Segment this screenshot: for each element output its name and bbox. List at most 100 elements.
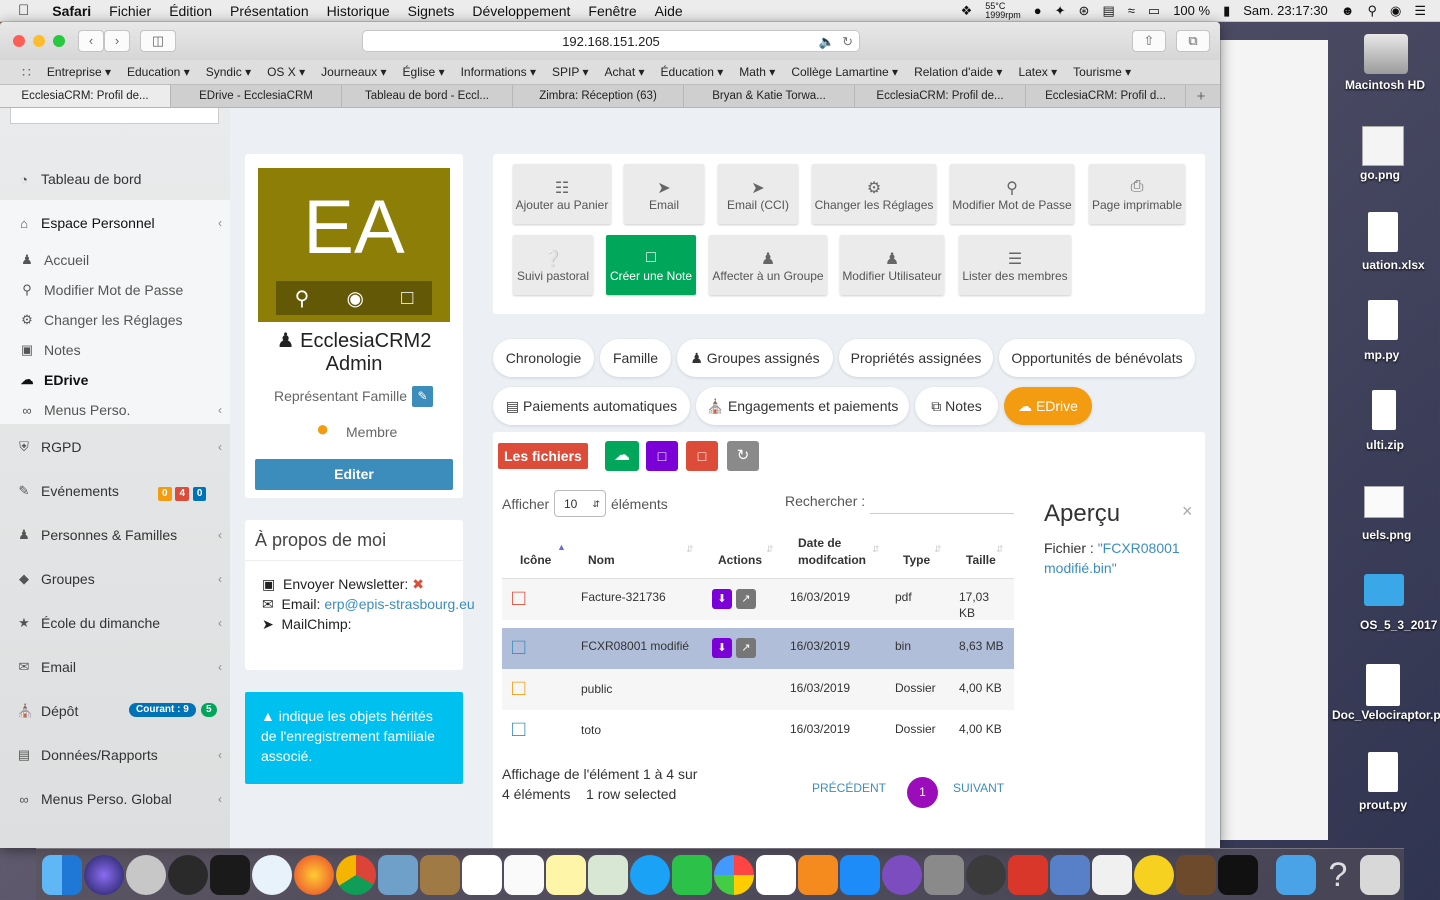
list-members-button[interactable]: ☰ Lister des membres — [959, 235, 1071, 295]
tab-timeline[interactable]: Chronologie — [493, 339, 594, 377]
folder-icon[interactable] — [1364, 574, 1404, 606]
audio-icon[interactable]: 🔈 — [819, 31, 835, 52]
sidebar-item-events[interactable]: ✎ Evénements 0 4 0 — [0, 480, 230, 502]
bookmark-folder[interactable]: Achat ▾ — [596, 65, 652, 79]
wifi-icon[interactable]: ≈ — [1128, 3, 1135, 18]
zoom-icon[interactable]: ⚲ — [295, 286, 310, 311]
new-folder-button[interactable]: □ — [646, 441, 678, 471]
tab-notes[interactable]: ⧉ Notes — [915, 387, 998, 425]
image-file-icon[interactable] — [1364, 486, 1404, 518]
sidebar-item-sunday-school[interactable]: ★ École du dimanche ‹ — [0, 612, 230, 634]
browser-tab[interactable]: EcclesiaCRM: Profil de... — [855, 85, 1026, 107]
python-file-icon[interactable] — [1368, 300, 1398, 340]
col-date[interactable]: Date de modifcation — [798, 535, 878, 569]
close-preview-icon[interactable]: × — [1182, 501, 1193, 522]
sidebar-item-personal-space[interactable]: ⌂ Espace Personnel ‹ — [0, 212, 230, 234]
next-page-button[interactable]: SUIVANT — [953, 781, 1004, 795]
share-icon[interactable]: ↗ — [736, 638, 756, 658]
close-window-icon[interactable] — [13, 35, 25, 47]
app-store-icon[interactable] — [840, 855, 880, 895]
table-row[interactable]: □ public 16/03/2019 Dossier 4,00 KB — [502, 669, 1014, 710]
bookmark-folder[interactable]: Relation d'aide ▾ — [906, 65, 1010, 79]
ibooks-icon[interactable] — [798, 855, 838, 895]
menu-presentation[interactable]: Présentation — [221, 3, 318, 19]
airplay-icon[interactable]: ▭ — [1148, 3, 1160, 19]
email-button[interactable]: ➤ Email — [624, 164, 704, 224]
desktop-label[interactable]: prout.py — [1340, 798, 1426, 812]
script-editor-icon[interactable] — [1050, 855, 1090, 895]
back-button[interactable]: ‹ — [78, 30, 104, 52]
bookmark-folder[interactable]: Math ▾ — [731, 65, 783, 79]
sidebar-item-deposit[interactable]: ⛪ Dépôt Courant : 9 5 — [0, 700, 230, 722]
user-icon[interactable]: ☻ — [1341, 3, 1355, 18]
sidebar-item-notes[interactable]: ▣ Notes — [0, 339, 230, 361]
app-status-icon[interactable]: ● — [1034, 3, 1042, 18]
menu-developpement[interactable]: Développement — [463, 3, 579, 19]
tab-edrive[interactable]: ☁ EDrive — [1004, 387, 1092, 425]
browser-tab[interactable]: Zimbra: Réception (63) — [513, 85, 684, 107]
itunes-icon[interactable] — [756, 855, 796, 895]
downloads-folder-icon[interactable] — [1276, 855, 1316, 895]
desktop-label[interactable]: mp.py — [1364, 348, 1424, 362]
contacts-icon[interactable] — [420, 855, 460, 895]
menu-fichier[interactable]: Fichier — [100, 3, 160, 19]
sidebar-item-dashboard[interactable]: ◔ Tableau de bord — [0, 168, 230, 190]
chrome-icon[interactable] — [336, 855, 376, 895]
desktop-label[interactable]: ulti.zip — [1366, 438, 1426, 452]
python-file-icon[interactable] — [1368, 752, 1398, 792]
textedit-icon[interactable] — [1092, 855, 1132, 895]
finder-icon[interactable] — [42, 855, 82, 895]
tab-auto-payments[interactable]: ▤ Paiements automatiques — [493, 387, 690, 425]
assign-group-button[interactable]: ♟ Affecter à un Groupe — [709, 235, 827, 295]
search-input[interactable] — [870, 490, 1014, 514]
menu-edition[interactable]: Édition — [160, 3, 221, 19]
terminal-icon[interactable] — [1218, 855, 1258, 895]
col-name[interactable]: Nom — [588, 552, 615, 569]
tab-assigned-groups[interactable]: ♟ Groupes assignés — [677, 339, 833, 377]
sidebar-item-change-password[interactable]: ⚲ Modifier Mot de Passe — [0, 279, 230, 301]
table-row[interactable]: □ toto 16/03/2019 Dossier 4,00 KB — [502, 710, 1014, 751]
bookmark-folder[interactable]: Tourisme ▾ — [1065, 65, 1139, 79]
page-1-button[interactable]: 1 — [907, 777, 938, 808]
sidebar-item-edrive[interactable]: ☁ EDrive — [0, 369, 230, 391]
sidebar-item-rgpd[interactable]: ⛨ RGPD ‹ — [0, 436, 230, 458]
desktop-label[interactable]: Macintosh HD — [1330, 78, 1440, 92]
photos-icon[interactable] — [714, 855, 754, 895]
browser-tab[interactable]: EcclesiaCRM: Profil d... — [1026, 85, 1186, 107]
download-icon[interactable]: ⬇ — [712, 589, 732, 609]
sidebar-item-settings[interactable]: ⚙ Changer les Réglages — [0, 309, 230, 331]
table-row-selected[interactable]: □ FCXR08001 modifié ⬇ ↗ 16/03/2019 bin 8… — [502, 628, 1014, 669]
menu-aide[interactable]: Aide — [646, 3, 692, 19]
pdf-file-icon[interactable] — [1366, 664, 1400, 706]
desktop-label[interactable]: OS_5_3_2017 — [1360, 618, 1437, 632]
sidebar-toggle-icon[interactable]: ◫ — [140, 30, 176, 52]
create-note-button[interactable]: □ Créer une Note — [606, 235, 696, 295]
desktop-label[interactable]: uation.xlsx — [1362, 258, 1440, 272]
battery-percent[interactable]: 100 % — [1173, 3, 1210, 18]
sidebar-item-custom-menus[interactable]: ∞ Menus Perso. ‹ — [0, 399, 230, 421]
desktop-label[interactable]: uels.png — [1362, 528, 1432, 542]
sidebar-item-global-menus[interactable]: ∞ Menus Perso. Global ‹ — [0, 788, 230, 810]
notification-center-icon[interactable]: ☰ — [1414, 3, 1426, 19]
address-bar[interactable]: 192.168.151.205 🔈 ↻ — [362, 30, 860, 52]
temp-readout[interactable]: 55°C 1999rpm — [985, 1, 1021, 20]
bookmark-folder[interactable]: Syndic ▾ — [198, 65, 259, 79]
remote-desktop-icon[interactable] — [1008, 855, 1048, 895]
new-tab-icon[interactable]: + — [1186, 85, 1216, 107]
grid-icon[interactable]: ∷ — [14, 64, 39, 81]
hard-drive-icon[interactable] — [1364, 34, 1408, 74]
messages-icon[interactable] — [630, 855, 670, 895]
share-icon[interactable]: ⇧ — [1132, 30, 1166, 52]
download-icon[interactable]: ⬇ — [712, 638, 732, 658]
pastoral-care-button[interactable]: ❔ Suivi pastoral — [513, 235, 593, 295]
minimize-window-icon[interactable] — [33, 35, 45, 47]
browser-tab[interactable]: EcclesiaCRM: Profil de... — [0, 85, 171, 107]
add-to-cart-button[interactable]: ☷ Ajouter au Panier — [513, 164, 611, 224]
bookmark-folder[interactable]: OS X ▾ — [259, 65, 313, 79]
safari-icon[interactable] — [252, 855, 292, 895]
launchpad-icon[interactable] — [126, 855, 166, 895]
tab-pledges-payments[interactable]: ⛪ Engagements et paiements — [696, 387, 909, 425]
system-preferences-icon[interactable] — [924, 855, 964, 895]
help-icon[interactable]: ? — [1318, 855, 1358, 895]
col-type[interactable]: Type — [903, 552, 930, 569]
